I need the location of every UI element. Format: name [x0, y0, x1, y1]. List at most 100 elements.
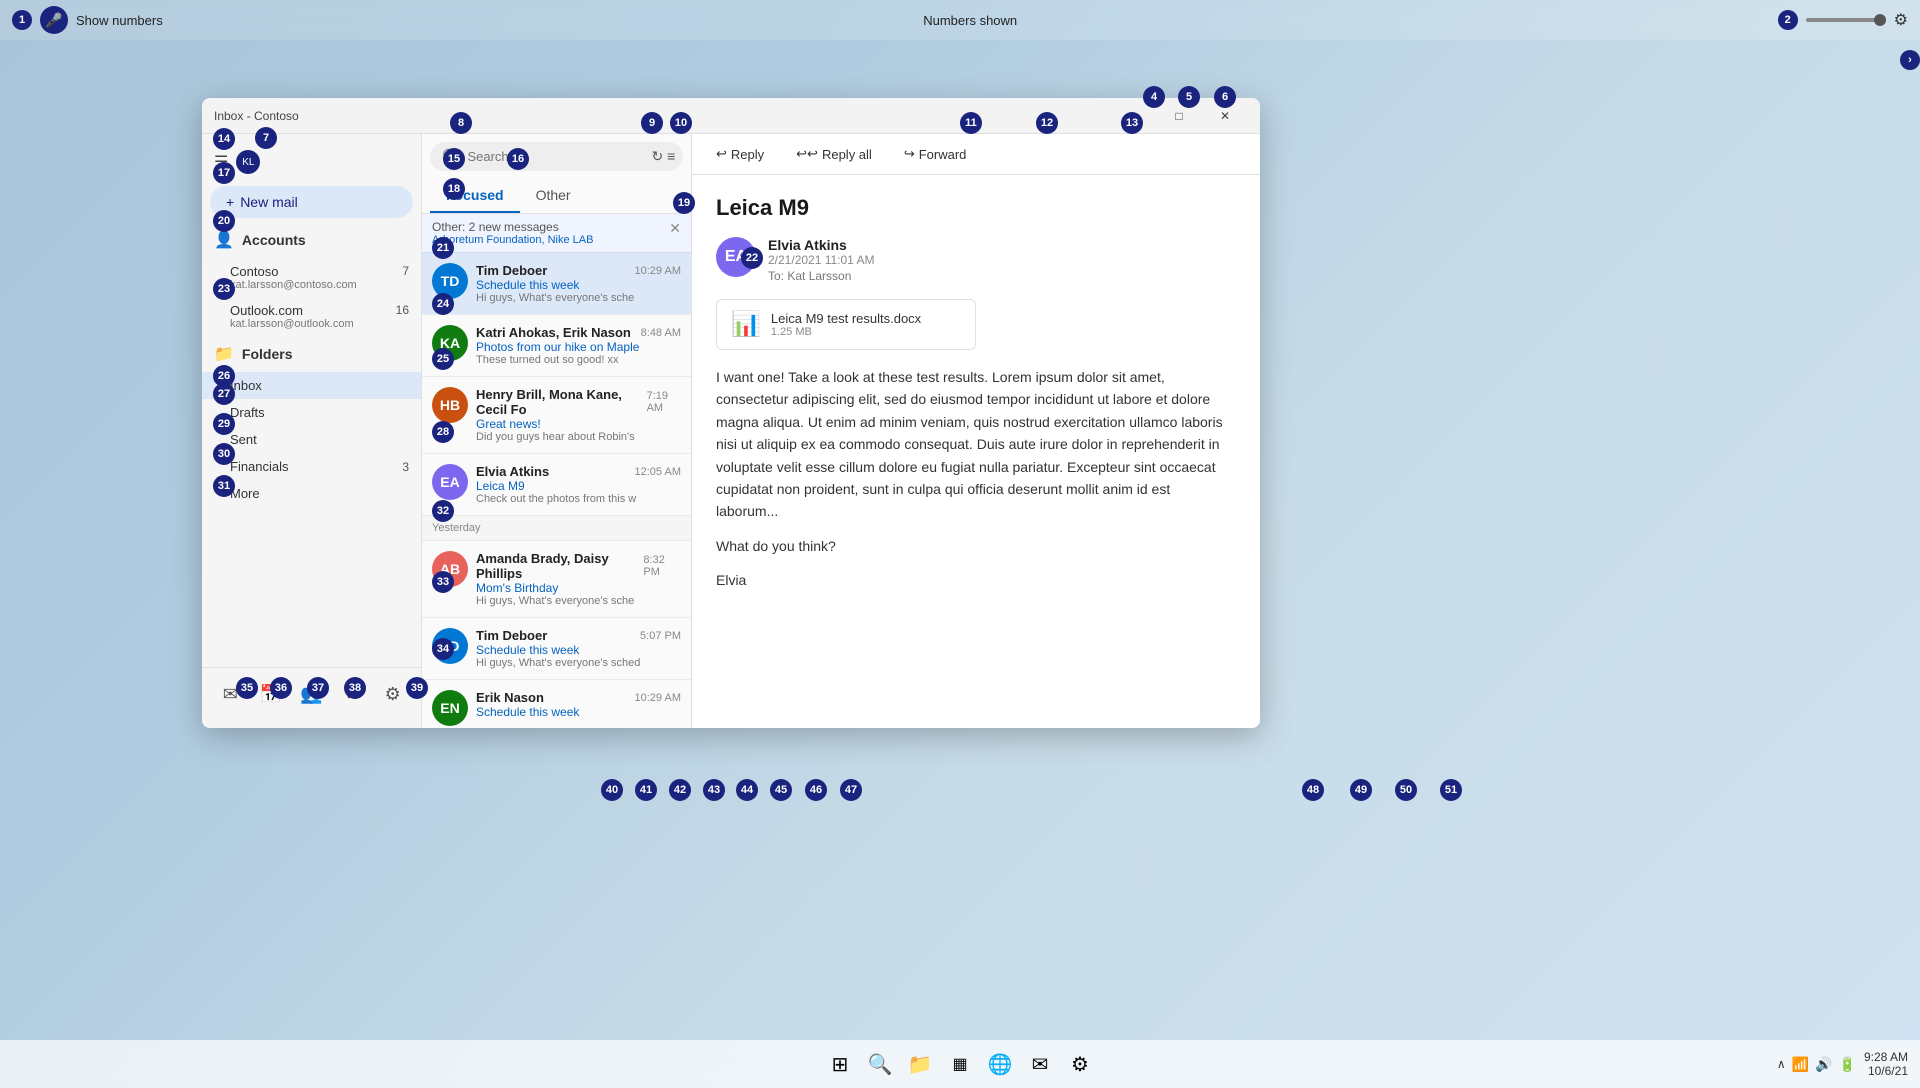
accounts-label: Accounts [242, 232, 306, 248]
inbox-label: Inbox [230, 378, 262, 393]
time-henry: 7:19 AM [647, 390, 681, 414]
sender-name: Elvia Atkins [768, 237, 1236, 253]
new-mail-label: New mail [240, 194, 298, 210]
avatar-tim-deboer: TD [432, 263, 468, 299]
email-item-amanda[interactable]: AB Amanda Brady, Daisy Phillips 8:32 PM … [422, 541, 691, 618]
battery-icon[interactable]: 🔋 [1839, 1056, 1856, 1073]
person-icon: 👤 [214, 230, 234, 250]
maximize-button[interactable]: □ [1156, 98, 1202, 134]
folder-more[interactable]: More [202, 480, 421, 507]
refresh-icon[interactable]: ↻ [651, 148, 663, 165]
mail-nav-icon[interactable]: ✉ [212, 676, 248, 712]
email-item-elvia[interactable]: EA Elvia Atkins 12:05 AM Leica M9 Check … [422, 454, 691, 516]
email-item-erik[interactable]: EN Erik Nason 10:29 AM Schedule this wee… [422, 680, 691, 728]
people-nav-icon[interactable]: 👥 [293, 676, 329, 712]
body-paragraph-1: I want one! Take a look at these test re… [716, 366, 1236, 523]
preview-elvia: Check out the photos from this w [476, 493, 681, 505]
settings-icon[interactable]: ⚙ [1894, 10, 1908, 30]
taskbar-widgets[interactable]: ▦ [942, 1046, 978, 1082]
time-tim: 10:29 AM [635, 265, 681, 277]
email-content-tim: Tim Deboer 10:29 AM Schedule this week H… [476, 263, 681, 304]
forward-button[interactable]: ↪ Forward [896, 142, 975, 166]
email-item-tim2[interactable]: TD Tim Deboer 5:07 PM Schedule this week… [422, 618, 691, 680]
taskbar-right: ∧ 📶 🔊 🔋 9:28 AM 10/6/21 [1777, 1050, 1908, 1078]
reading-pane: ↩ Reply ↩↩ Reply all ↪ Forward Leica M9 … [692, 134, 1260, 728]
attachment-size: 1.25 MB [771, 326, 921, 338]
time-erik: 10:29 AM [635, 692, 681, 704]
folders-label: Folders [242, 346, 293, 362]
wifi-icon[interactable]: 📶 [1792, 1056, 1809, 1073]
reply-button[interactable]: ↩ Reply [708, 142, 772, 166]
top-bar: 1 🎤 Show numbers Numbers shown 2 ⚙ › [0, 0, 1920, 40]
attachment-box[interactable]: 📊 Leica M9 test results.docx 1.25 MB [716, 299, 976, 350]
notification-banner[interactable]: Other: 2 new messages Arboretum Foundati… [422, 214, 691, 253]
window-title: Inbox - Contoso [214, 109, 299, 123]
folder-financials[interactable]: Financials 3 [202, 453, 421, 480]
account-contoso[interactable]: Contoso 7 kat.larsson@contoso.com [202, 258, 421, 297]
window-body: ☰ KL + New mail 👤 Accounts Contoso 7 kat… [202, 134, 1260, 728]
email-header-tim: Tim Deboer 10:29 AM [476, 263, 681, 278]
sender-erik: Erik Nason [476, 690, 544, 705]
reply-all-button[interactable]: ↩↩ Reply all [788, 142, 880, 166]
calendar-nav-icon[interactable]: 📅 [253, 676, 289, 712]
taskbar-search[interactable]: 🔍 [862, 1046, 898, 1082]
body-paragraph-2: What do you think? [716, 535, 1236, 557]
email-content-tim2: Tim Deboer 5:07 PM Schedule this week Hi… [476, 628, 681, 669]
email-header-erik: Erik Nason 10:29 AM [476, 690, 681, 705]
start-button[interactable]: ⊞ [822, 1046, 858, 1082]
new-mail-button[interactable]: + New mail [210, 186, 413, 218]
tab-other[interactable]: Other [520, 179, 587, 213]
slider[interactable] [1806, 18, 1886, 22]
financials-count: 3 [402, 460, 409, 474]
clock[interactable]: 9:28 AM 10/6/21 [1864, 1050, 1908, 1078]
accounts-section[interactable]: 👤 Accounts [202, 222, 421, 258]
email-list: 🔍 ↻ ≡ Focused Other Other: 2 new message… [422, 134, 692, 728]
forward-label: Forward [919, 147, 967, 162]
avatar-tim2: TD [432, 628, 468, 664]
avatar-elvia: EA [432, 464, 468, 500]
email-item-katri[interactable]: KA Katri Ahokas, Erik Nason 8:48 AM Phot… [422, 315, 691, 377]
reply-all-icon: ↩↩ [796, 146, 818, 162]
tab-focused[interactable]: Focused [430, 179, 520, 213]
sent-label: Sent [230, 432, 257, 447]
taskbar-mail[interactable]: ✉ [1022, 1046, 1058, 1082]
close-button[interactable]: ✕ [1202, 98, 1248, 134]
email-item-henry[interactable]: HB Henry Brill, Mona Kane, Cecil Fo 7:19… [422, 377, 691, 454]
email-header-amanda: Amanda Brady, Daisy Phillips 8:32 PM [476, 551, 681, 581]
folder-icon: 📁 [214, 344, 234, 364]
account-name-outlook: Outlook.com 16 [230, 303, 409, 318]
chevron-up-icon[interactable]: ∧ [1777, 1057, 1786, 1071]
avatar-henry: HB [432, 387, 468, 423]
notif-close-button[interactable]: ✕ [669, 220, 681, 237]
volume-icon[interactable]: 🔊 [1815, 1056, 1832, 1073]
avatar-amanda: AB [432, 551, 468, 587]
top-bar-right: 2 ⚙ › [1778, 10, 1908, 30]
taskbar-browser[interactable]: 🌐 [982, 1046, 1018, 1082]
hamburger-icon[interactable]: ☰ [214, 152, 228, 172]
taskbar-files[interactable]: 📁 [902, 1046, 938, 1082]
minimize-button[interactable]: — [1110, 98, 1156, 134]
reply-all-label: Reply all [822, 147, 872, 162]
folder-inbox[interactable]: Inbox [202, 372, 421, 399]
financials-label: Financials [230, 459, 289, 474]
account-outlook[interactable]: Outlook.com 16 kat.larsson@outlook.com [202, 297, 421, 336]
search-box[interactable]: 🔍 ↻ ≡ [430, 142, 683, 171]
settings-nav-icon[interactable]: ⚙ [375, 676, 411, 712]
notif-content: Other: 2 new messages Arboretum Foundati… [432, 220, 593, 246]
more-label: More [230, 486, 260, 501]
email-header-tim2: Tim Deboer 5:07 PM [476, 628, 681, 643]
folder-sent[interactable]: Sent [202, 426, 421, 453]
tasks-nav-icon[interactable]: ✓ [334, 676, 370, 712]
numbers-shown-label: Numbers shown [923, 13, 1017, 28]
email-item-tim-deboer[interactable]: TD Tim Deboer 10:29 AM Schedule this wee… [422, 253, 691, 315]
taskbar-settings[interactable]: ⚙ [1062, 1046, 1098, 1082]
email-content-erik: Erik Nason 10:29 AM Schedule this week [476, 690, 681, 719]
filter-icon[interactable]: ≡ [667, 148, 675, 165]
mic-icon[interactable]: 🎤 [40, 6, 68, 34]
folders-section[interactable]: 📁 Folders [202, 336, 421, 372]
folder-drafts[interactable]: Drafts [202, 399, 421, 426]
sidebar: ☰ KL + New mail 👤 Accounts Contoso 7 kat… [202, 134, 422, 728]
email-view-title: Leica M9 [716, 195, 1236, 221]
search-input[interactable] [467, 149, 643, 164]
reply-label: Reply [731, 147, 764, 162]
